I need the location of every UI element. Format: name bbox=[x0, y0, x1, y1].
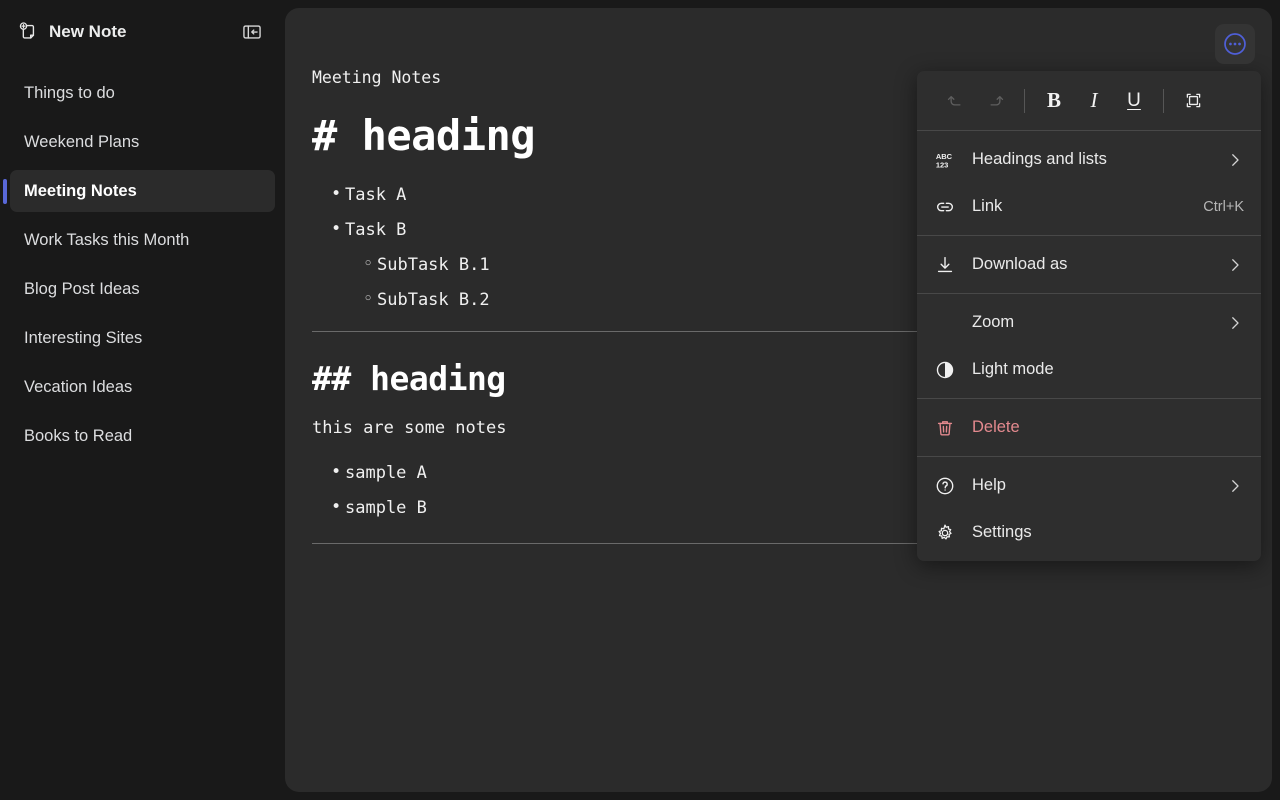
menu-group-help: Help Settings bbox=[917, 457, 1261, 561]
new-note-button[interactable]: New Note bbox=[14, 17, 227, 47]
menu-item-headings-and-lists[interactable]: ABC 123 Headings and lists bbox=[917, 136, 1261, 183]
underline-icon: U bbox=[1127, 90, 1141, 112]
menu-item-zoom[interactable]: Zoom bbox=[917, 299, 1261, 346]
sidebar-item-meeting-notes[interactable]: Meeting Notes bbox=[10, 170, 275, 212]
menu-item-label: Zoom bbox=[972, 313, 1226, 332]
app-root: New Note Things to do Weekend Plans Meet… bbox=[0, 0, 1280, 800]
chevron-right-icon bbox=[1226, 477, 1244, 495]
menu-group-view: Zoom Light mode bbox=[917, 294, 1261, 398]
new-note-icon bbox=[16, 21, 38, 43]
toolbar-separator bbox=[1163, 89, 1164, 113]
toolbar-separator bbox=[1024, 89, 1025, 113]
menu-item-label: Settings bbox=[972, 523, 1244, 542]
undo-icon bbox=[945, 90, 966, 111]
menu-item-label: Delete bbox=[972, 418, 1244, 437]
note-item-label: Meeting Notes bbox=[24, 182, 137, 201]
clear-formatting-icon bbox=[1183, 90, 1204, 111]
menu-item-label: Help bbox=[972, 476, 1226, 495]
chevron-right-icon bbox=[1226, 314, 1244, 332]
download-icon bbox=[934, 254, 960, 276]
list-item-text: SubTask B.1 bbox=[377, 255, 490, 275]
format-toolbar: B I U bbox=[917, 71, 1261, 130]
clear-formatting-button[interactable] bbox=[1173, 82, 1213, 120]
menu-item-download-as[interactable]: Download as bbox=[917, 241, 1261, 288]
main-panel: Meeting Notes # heading Task A Task B Su… bbox=[285, 8, 1272, 792]
list-item-text: sample B bbox=[345, 498, 427, 518]
menu-item-help[interactable]: Help bbox=[917, 462, 1261, 509]
sidebar-item-things-to-do[interactable]: Things to do bbox=[10, 72, 275, 114]
menu-item-label: Link bbox=[972, 197, 1193, 216]
menu-item-label: Headings and lists bbox=[972, 150, 1226, 169]
contrast-icon bbox=[934, 359, 960, 381]
note-item-label: Books to Read bbox=[24, 427, 132, 446]
italic-button[interactable]: I bbox=[1074, 82, 1114, 120]
sidebar-item-books-to-read[interactable]: Books to Read bbox=[10, 415, 275, 457]
redo-icon bbox=[985, 90, 1006, 111]
sidebar-header: New Note bbox=[0, 0, 285, 64]
trash-icon bbox=[934, 417, 960, 439]
list-item-text: Task A bbox=[345, 185, 406, 205]
note-item-label: Weekend Plans bbox=[24, 133, 139, 152]
note-item-label: Vecation Ideas bbox=[24, 378, 132, 397]
menu-item-shortcut: Ctrl+K bbox=[1203, 199, 1244, 215]
menu-item-delete[interactable]: Delete bbox=[917, 404, 1261, 451]
menu-item-link[interactable]: Link Ctrl+K bbox=[917, 183, 1261, 230]
sidebar-item-blog-post-ideas[interactable]: Blog Post Ideas bbox=[10, 268, 275, 310]
menu-item-label: Download as bbox=[972, 255, 1226, 274]
italic-icon: I bbox=[1091, 88, 1098, 113]
more-options-menu: B I U bbox=[917, 71, 1261, 561]
menu-item-label: Light mode bbox=[972, 360, 1244, 379]
note-item-label: Things to do bbox=[24, 84, 115, 103]
menu-group-delete: Delete bbox=[917, 399, 1261, 456]
redo-button[interactable] bbox=[975, 82, 1015, 120]
underline-button[interactable]: U bbox=[1114, 82, 1154, 120]
list-item-text: Task B bbox=[345, 220, 406, 240]
sidebar-item-work-tasks-this-month[interactable]: Work Tasks this Month bbox=[10, 219, 275, 261]
abc-123-icon: ABC 123 bbox=[934, 149, 960, 171]
list-item-text: SubTask B.2 bbox=[377, 290, 490, 310]
chevron-right-icon bbox=[1226, 151, 1244, 169]
menu-group-download: Download as bbox=[917, 236, 1261, 293]
note-item-label: Blog Post Ideas bbox=[24, 280, 140, 299]
sidebar-item-weekend-plans[interactable]: Weekend Plans bbox=[10, 121, 275, 163]
bold-button[interactable]: B bbox=[1034, 82, 1074, 120]
more-options-icon bbox=[1222, 31, 1248, 57]
sidebar: New Note Things to do Weekend Plans Meet… bbox=[0, 0, 285, 800]
menu-group-format: ABC 123 Headings and lists bbox=[917, 131, 1261, 235]
sidebar-item-vecation-ideas[interactable]: Vecation Ideas bbox=[10, 366, 275, 408]
new-note-label: New Note bbox=[49, 22, 126, 42]
chevron-right-icon bbox=[1226, 256, 1244, 274]
sidebar-item-interesting-sites[interactable]: Interesting Sites bbox=[10, 317, 275, 359]
list-item-text: sample A bbox=[345, 463, 427, 483]
svg-text:123: 123 bbox=[936, 160, 949, 169]
collapse-sidebar-button[interactable] bbox=[237, 17, 267, 47]
menu-item-settings[interactable]: Settings bbox=[917, 509, 1261, 556]
collapse-sidebar-icon bbox=[241, 21, 263, 43]
undo-button[interactable] bbox=[935, 82, 975, 120]
help-circle-icon bbox=[934, 475, 960, 497]
note-item-label: Interesting Sites bbox=[24, 329, 142, 348]
bold-icon: B bbox=[1047, 88, 1061, 113]
link-icon bbox=[934, 196, 960, 218]
more-options-button[interactable] bbox=[1215, 24, 1255, 64]
menu-item-light-mode[interactable]: Light mode bbox=[917, 346, 1261, 393]
note-list: Things to do Weekend Plans Meeting Notes… bbox=[0, 72, 285, 457]
note-item-label: Work Tasks this Month bbox=[24, 231, 189, 250]
gear-icon bbox=[934, 522, 960, 544]
